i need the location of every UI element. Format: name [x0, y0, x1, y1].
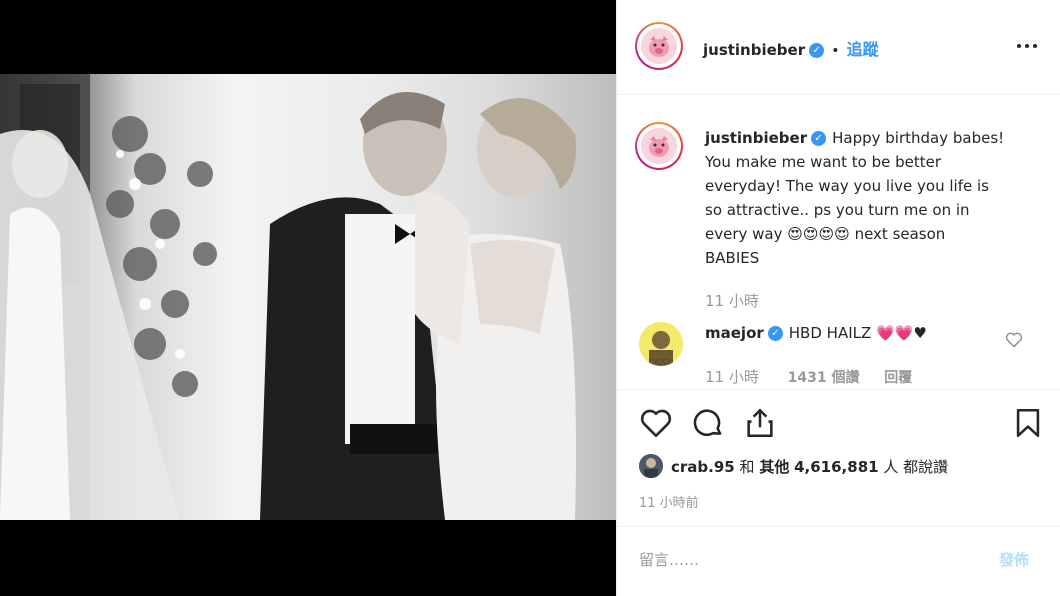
- comment-input[interactable]: 留言……: [639, 549, 699, 570]
- caption-avatar[interactable]: [635, 122, 683, 170]
- follow-button[interactable]: 追蹤: [847, 40, 879, 59]
- comment-like-heart-icon[interactable]: [1005, 332, 1023, 348]
- header-user-row: justinbieber ✓ • 追蹤: [703, 36, 879, 60]
- likes-and: 和: [739, 458, 755, 476]
- post-media[interactable]: [0, 0, 616, 596]
- comments-section[interactable]: justinbieber ✓ Happy birthday babes! You m…: [617, 96, 1060, 390]
- comment-likes[interactable]: 1431 個讚: [788, 370, 860, 386]
- caption-username[interactable]: justinbieber: [705, 129, 807, 147]
- caption-text: justinbieber ✓ Happy birthday babes! You m…: [705, 126, 1045, 270]
- caption-line: everyday! The way you live you life is: [705, 177, 989, 195]
- pig-avatar-icon: [641, 28, 677, 64]
- comment-composer: 留言…… 發佈: [617, 526, 1060, 596]
- author-username[interactable]: justinbieber: [703, 41, 805, 59]
- caption-time[interactable]: 11 小時: [705, 290, 759, 311]
- likes-suffix: 人 都說讚: [883, 458, 949, 476]
- likes-summary: crab.95 和 其他 4,616,881 人 都說讚: [671, 456, 948, 477]
- likes-count[interactable]: 4,616,881: [794, 458, 878, 476]
- comment-text: maejor ✓ HBD HAILZ 💗💗♥: [705, 324, 927, 342]
- post-panel: justinbieber ✓ • 追蹤 justinbieber ✓ Happy…: [616, 0, 1060, 596]
- more-icon[interactable]: [1015, 36, 1039, 56]
- post-photo: [0, 74, 616, 520]
- post-comment-button[interactable]: 發佈: [999, 549, 1029, 570]
- commenter-avatar[interactable]: ◌◌◌: [639, 322, 683, 366]
- liker-avatar-icon: [639, 454, 663, 478]
- likes-others[interactable]: 其他: [759, 458, 789, 476]
- separator-dot: •: [831, 43, 840, 59]
- verified-badge-icon: ✓: [809, 43, 825, 58]
- comment-username[interactable]: maejor: [705, 324, 764, 342]
- caption-line: so attractive.. ps you turn me on in: [705, 201, 970, 219]
- bookmark-icon[interactable]: [1011, 406, 1045, 440]
- wedding-photo-illustration: [0, 74, 576, 520]
- post-timestamp[interactable]: 11 小時前: [639, 492, 699, 511]
- liker-avatar[interactable]: [639, 454, 663, 478]
- commenter-avatar-icon: ◌◌◌: [639, 322, 683, 366]
- verified-badge-icon: ✓: [767, 326, 783, 341]
- svg-text:◌◌◌: ◌◌◌: [649, 357, 670, 366]
- author-avatar[interactable]: [635, 22, 683, 70]
- reply-button[interactable]: 回覆: [884, 370, 912, 386]
- verified-badge-icon: ✓: [811, 131, 827, 146]
- heart-icon[interactable]: [639, 406, 673, 440]
- post-header: justinbieber ✓ • 追蹤: [617, 0, 1060, 95]
- pig-avatar-icon: [641, 128, 677, 164]
- liker-username[interactable]: crab.95: [671, 458, 735, 476]
- caption-line: BABIES: [705, 249, 760, 267]
- comment-body: HBD HAILZ 💗💗♥: [788, 324, 927, 342]
- caption-line: You make me want to be better: [705, 153, 942, 171]
- comment-time[interactable]: 11 小時: [705, 368, 759, 386]
- comment-icon[interactable]: [691, 406, 725, 440]
- caption-line: Happy birthday babes!: [832, 129, 1005, 147]
- comment-meta: 11 小時 1431 個讚 回覆: [705, 366, 912, 387]
- caption-line: every way 😍😍😍😍 next season: [705, 225, 946, 243]
- share-icon[interactable]: [743, 406, 777, 440]
